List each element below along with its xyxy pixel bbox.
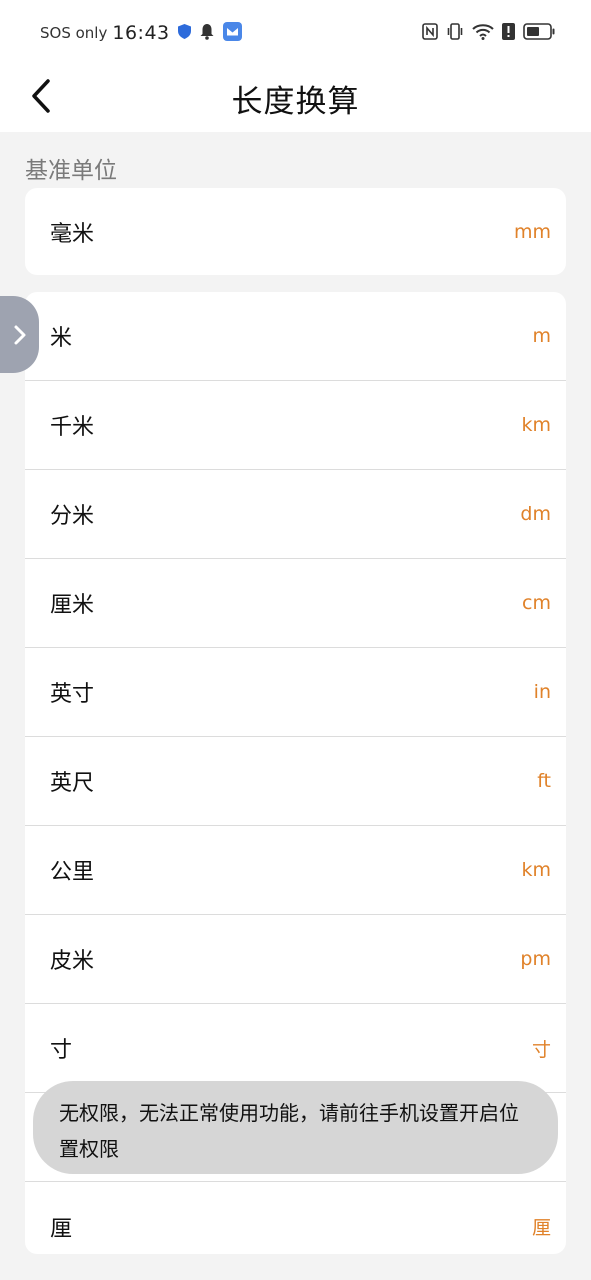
unit-abbr: km — [521, 414, 551, 436]
wifi-icon — [472, 23, 494, 44]
unit-name: 公里 — [50, 860, 95, 885]
unit-row[interactable]: 皮米 pm — [25, 915, 566, 1004]
base-unit-card: 毫米 mm — [25, 188, 566, 275]
unit-row[interactable]: 公里 km — [25, 826, 566, 915]
unit-name: 寸 — [50, 1038, 73, 1063]
permission-toast: 无权限，无法正常使用功能，请前往手机设置开启位置权限 — [33, 1081, 558, 1174]
app-header: 长度换算 — [0, 66, 591, 132]
unit-abbr: cm — [522, 592, 551, 614]
bell-icon — [199, 23, 215, 44]
unit-name: 皮米 — [50, 949, 95, 974]
unit-name: 米 — [50, 326, 73, 351]
unit-abbr: mm — [513, 220, 551, 243]
unit-abbr: ft — [537, 770, 551, 792]
chevron-right-icon — [14, 325, 25, 344]
unit-name: 分米 — [50, 504, 95, 529]
unit-name: 毫米 — [50, 221, 95, 247]
unit-abbr: m — [532, 325, 551, 347]
status-right — [422, 20, 555, 46]
unit-abbr: pm — [520, 948, 551, 970]
shield-icon — [177, 23, 191, 43]
clock-text: 16:43 — [112, 22, 170, 44]
status-bar: SOS only 16:43 — [0, 0, 591, 66]
unit-name: 英寸 — [50, 682, 95, 707]
battery-icon — [523, 22, 555, 44]
base-unit-row[interactable]: 毫米 mm — [25, 188, 566, 275]
unit-name: 厘 — [50, 1216, 73, 1242]
unit-row[interactable]: 米 m — [25, 292, 566, 381]
unit-row[interactable]: 厘米 cm — [25, 559, 566, 648]
unit-abbr: 厘 — [531, 1217, 551, 1239]
status-left: SOS only 16:43 — [40, 20, 242, 46]
unit-row[interactable]: 千米 km — [25, 381, 566, 470]
alert-icon — [502, 22, 515, 44]
nfc-icon — [422, 22, 438, 44]
unit-name: 厘米 — [50, 593, 95, 618]
unit-row[interactable]: 厘 厘 — [25, 1182, 566, 1254]
unit-name: 千米 — [50, 415, 95, 440]
unit-row[interactable]: 分米 dm — [25, 470, 566, 559]
unit-abbr: km — [521, 859, 551, 881]
unit-abbr: in — [533, 681, 551, 703]
unit-row[interactable]: 寸 寸 — [25, 1004, 566, 1093]
unit-abbr: dm — [520, 503, 551, 525]
page-title: 长度换算 — [231, 84, 360, 120]
unit-abbr: 寸 — [531, 1038, 551, 1061]
carrier-text: SOS only — [40, 24, 108, 42]
vibrate-icon — [446, 22, 464, 44]
unit-row[interactable]: 英寸 in — [25, 648, 566, 737]
side-drawer-handle[interactable] — [0, 296, 39, 373]
unit-name: 英尺 — [50, 771, 95, 796]
base-unit-section-title: 基准单位 — [25, 158, 117, 184]
app-notification-icon — [222, 21, 242, 45]
unit-row[interactable]: 英尺 ft — [25, 737, 566, 826]
